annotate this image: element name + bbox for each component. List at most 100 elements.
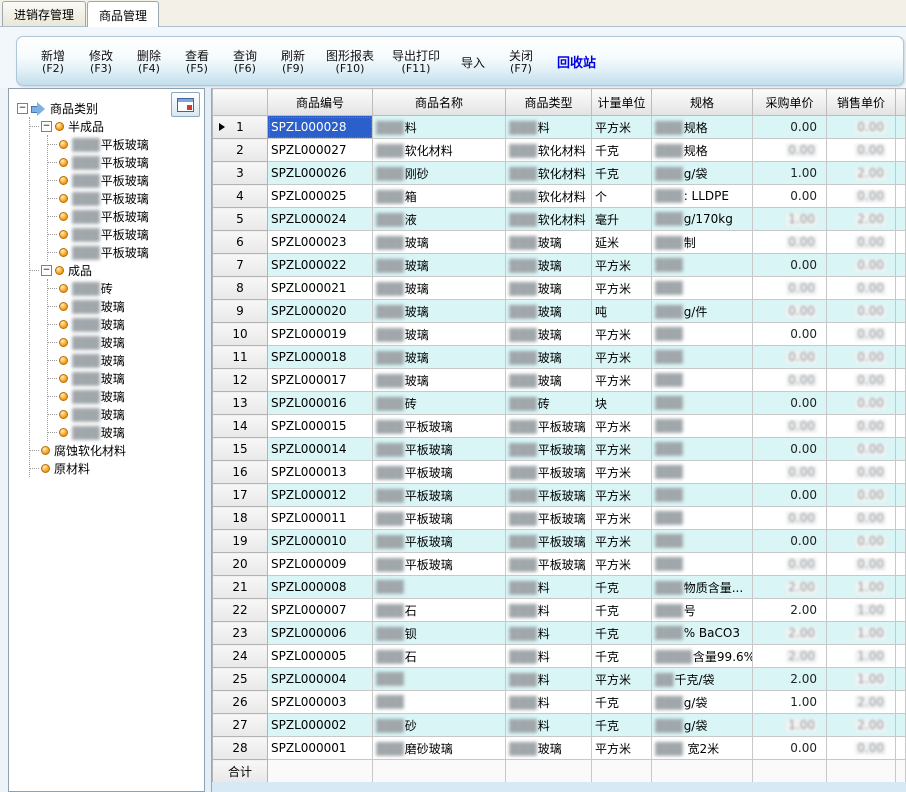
cell-code[interactable]: SPZL000003: [268, 691, 373, 714]
row-selector[interactable]: 14: [213, 415, 268, 438]
cell-code[interactable]: SPZL000011: [268, 507, 373, 530]
cell-sell-price[interactable]: 1.00: [827, 622, 896, 645]
cell-name[interactable]: ▓▓▓玻璃: [373, 346, 506, 369]
cell-unit[interactable]: 千克: [592, 645, 652, 668]
cell-unit[interactable]: 平方米: [592, 277, 652, 300]
cell-name[interactable]: ▓▓▓砖: [373, 392, 506, 415]
cell-sell-price[interactable]: 0.00: [827, 392, 896, 415]
cell-code[interactable]: SPZL000015: [268, 415, 373, 438]
tree-leaf[interactable]: ▓▓▓玻璃: [48, 333, 204, 351]
tree-leaf[interactable]: ▓▓▓玻璃: [48, 297, 204, 315]
tree-leaf[interactable]: ▓▓▓玻璃: [48, 387, 204, 405]
cell-buy-price[interactable]: 1.00: [753, 208, 827, 231]
cell-spec[interactable]: ▓▓▓g/袋: [652, 714, 753, 737]
cell-type[interactable]: ▓▓▓软化材料: [506, 139, 592, 162]
cell-unit[interactable]: 个: [592, 185, 652, 208]
cell-code[interactable]: SPZL000026: [268, 162, 373, 185]
cell-type[interactable]: ▓▓▓砖: [506, 392, 592, 415]
row-selector[interactable]: 7: [213, 254, 268, 277]
tree-leaf[interactable]: ▓▓▓玻璃: [48, 315, 204, 333]
tree-leaf[interactable]: ▓▓▓平板玻璃: [48, 189, 204, 207]
column-header-3[interactable]: 商品类型: [506, 89, 592, 116]
toolbar-button-3[interactable]: 删除(F4): [125, 40, 173, 82]
row-selector[interactable]: 8: [213, 277, 268, 300]
cell-buy-price[interactable]: 0.00: [753, 737, 827, 760]
cell-name[interactable]: ▓▓▓软化材料: [373, 139, 506, 162]
toolbar-button-9[interactable]: 导入: [449, 40, 497, 82]
cell-sell-price[interactable]: 0.00: [827, 461, 896, 484]
tree-leaf[interactable]: ▓▓▓玻璃: [48, 369, 204, 387]
bottom-scroll-strip[interactable]: [212, 782, 906, 792]
cell-unit[interactable]: 平方米: [592, 323, 652, 346]
recycle-bin-link[interactable]: 回收站: [557, 52, 596, 71]
cell-code[interactable]: SPZL000013: [268, 461, 373, 484]
cell-unit[interactable]: 千克: [592, 162, 652, 185]
cell-type[interactable]: ▓▓▓软化材料: [506, 162, 592, 185]
cell-sell-price[interactable]: 2.00: [827, 162, 896, 185]
cell-buy-price[interactable]: 0.00: [753, 116, 827, 139]
row-selector[interactable]: 25: [213, 668, 268, 691]
cell-code[interactable]: SPZL000014: [268, 438, 373, 461]
row-selector[interactable]: 5: [213, 208, 268, 231]
cell-buy-price[interactable]: 2.00: [753, 668, 827, 691]
cell-sell-price[interactable]: 1.00: [827, 599, 896, 622]
cell-sell-price[interactable]: 0.00: [827, 737, 896, 760]
cell-type[interactable]: ▓▓▓玻璃: [506, 300, 592, 323]
tree-node-原材料[interactable]: 原材料: [30, 459, 204, 477]
cell-unit[interactable]: 平方米: [592, 668, 652, 691]
cell-name[interactable]: ▓▓▓平板玻璃: [373, 553, 506, 576]
cell-spec[interactable]: ▓▓▓规格: [652, 116, 753, 139]
panel-toggle-button[interactable]: [171, 92, 200, 117]
cell-spec[interactable]: ▓▓▓: [652, 323, 753, 346]
cell-code[interactable]: SPZL000024: [268, 208, 373, 231]
cell-unit[interactable]: 平方米: [592, 438, 652, 461]
cell-type[interactable]: ▓▓▓平板玻璃: [506, 461, 592, 484]
cell-unit[interactable]: 平方米: [592, 346, 652, 369]
tree-leaf[interactable]: ▓▓▓平板玻璃: [48, 171, 204, 189]
cell-name[interactable]: ▓▓▓: [373, 576, 506, 599]
cell-code[interactable]: SPZL000008: [268, 576, 373, 599]
row-selector[interactable]: 1: [213, 116, 268, 139]
cell-spec[interactable]: ▓▓▓: [652, 277, 753, 300]
cell-spec[interactable]: ▓▓▓g/170kg: [652, 208, 753, 231]
cell-name[interactable]: ▓▓▓玻璃: [373, 277, 506, 300]
cell-unit[interactable]: 平方米: [592, 116, 652, 139]
cell-name[interactable]: ▓▓▓平板玻璃: [373, 415, 506, 438]
cell-unit[interactable]: 平方米: [592, 530, 652, 553]
row-selector[interactable]: 22: [213, 599, 268, 622]
row-selector[interactable]: 28: [213, 737, 268, 760]
cell-buy-price[interactable]: 0.00: [753, 323, 827, 346]
row-selector[interactable]: 21: [213, 576, 268, 599]
cell-sell-price[interactable]: 0.00: [827, 139, 896, 162]
cell-type[interactable]: ▓▓▓玻璃: [506, 231, 592, 254]
column-header-1[interactable]: 商品编号: [268, 89, 373, 116]
cell-buy-price[interactable]: 0.00: [753, 484, 827, 507]
row-selector[interactable]: 16: [213, 461, 268, 484]
cell-spec[interactable]: ▓▓▓: [652, 415, 753, 438]
cell-spec[interactable]: ▓▓▓号: [652, 599, 753, 622]
cell-spec[interactable]: ▓▓▓: [652, 438, 753, 461]
tree-node-半成品[interactable]: −半成品: [30, 117, 204, 135]
collapse-icon[interactable]: −: [41, 265, 52, 276]
cell-sell-price[interactable]: 0.00: [827, 507, 896, 530]
cell-sell-price[interactable]: 2.00: [827, 208, 896, 231]
cell-type[interactable]: ▓▓▓平板玻璃: [506, 415, 592, 438]
cell-type[interactable]: ▓▓▓玻璃: [506, 346, 592, 369]
cell-sell-price[interactable]: 0.00: [827, 346, 896, 369]
cell-spec[interactable]: ▓▓▓: [652, 346, 753, 369]
cell-name[interactable]: ▓▓▓平板玻璃: [373, 507, 506, 530]
cell-spec[interactable]: ▓▓▓: [652, 369, 753, 392]
cell-sell-price[interactable]: 0.00: [827, 415, 896, 438]
tree-leaf[interactable]: ▓▓▓平板玻璃: [48, 135, 204, 153]
row-selector[interactable]: 19: [213, 530, 268, 553]
cell-type[interactable]: ▓▓▓软化材料: [506, 208, 592, 231]
cell-sell-price[interactable]: 0.00: [827, 116, 896, 139]
cell-buy-price[interactable]: 0.00: [753, 254, 827, 277]
cell-type[interactable]: ▓▓▓玻璃: [506, 323, 592, 346]
cell-code[interactable]: SPZL000020: [268, 300, 373, 323]
cell-sell-price[interactable]: 0.00: [827, 254, 896, 277]
tree-node-成品[interactable]: −成品: [30, 261, 204, 279]
cell-name[interactable]: ▓▓▓玻璃: [373, 231, 506, 254]
cell-name[interactable]: ▓▓▓箱: [373, 185, 506, 208]
column-header-2[interactable]: 商品名称: [373, 89, 506, 116]
